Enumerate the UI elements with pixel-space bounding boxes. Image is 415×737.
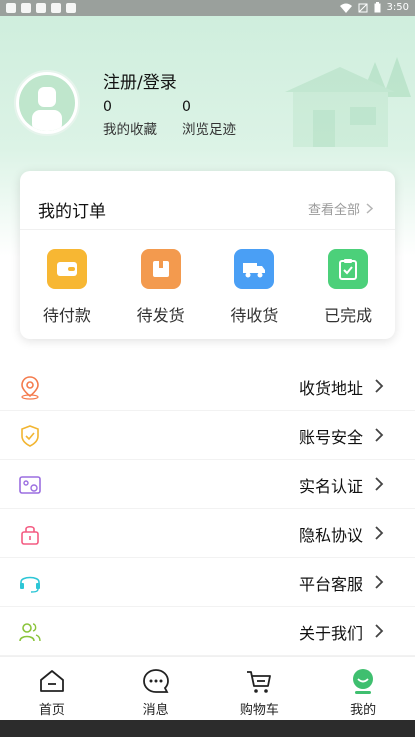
- package-icon: [140, 249, 181, 289]
- view-all-label: 查看全部: [307, 203, 360, 218]
- menu-item-privacy[interactable]: 隐私协议: [0, 509, 415, 558]
- order-status-list: 待付款 待发货 待收货 已完成: [20, 249, 395, 326]
- avatar[interactable]: [14, 70, 80, 136]
- home-icon: [39, 670, 64, 692]
- shield-icon: [21, 425, 39, 447]
- order-label: 待付款: [42, 306, 91, 325]
- lock-icon: [21, 525, 39, 545]
- chevron-right-icon: [375, 526, 384, 540]
- nav-label: 消息: [142, 703, 169, 718]
- notification-icon: [21, 3, 31, 13]
- system-navigation-bar: [0, 720, 415, 737]
- chevron-right-icon: [375, 428, 384, 442]
- chevron-right-icon: [375, 575, 384, 589]
- menu-label: 账号安全: [298, 428, 363, 447]
- menu-item-support[interactable]: 平台客服: [0, 558, 415, 607]
- nav-home[interactable]: 首页: [0, 657, 104, 720]
- profile-icon: [353, 669, 374, 694]
- message-icon: [142, 669, 169, 693]
- notification-icons: [6, 3, 76, 13]
- nav-label: 我的: [350, 703, 377, 718]
- system-status: 3:50: [339, 2, 409, 13]
- notification-icon: [51, 3, 61, 13]
- menu-item-about[interactable]: 关于我们: [0, 607, 415, 656]
- nav-messages[interactable]: 消息: [104, 657, 208, 720]
- menu-label: 实名认证: [298, 477, 363, 496]
- history-label: 浏览足迹: [182, 122, 236, 138]
- menu-label: 隐私协议: [298, 526, 363, 545]
- login-register-link[interactable]: 注册/登录: [103, 68, 177, 93]
- chevron-right-icon: [375, 379, 384, 393]
- bottom-navigation: 首页 消息 购物车 我的: [0, 656, 415, 720]
- order-completed[interactable]: 已完成: [301, 249, 395, 326]
- chevron-right-icon: [366, 203, 373, 214]
- divider: [20, 229, 395, 230]
- nav-cart[interactable]: 购物车: [208, 657, 312, 720]
- favorites-count: 0: [103, 99, 112, 115]
- menu-item-security[interactable]: 账号安全: [0, 411, 415, 460]
- wifi-icon: [339, 3, 352, 13]
- favorites-stat[interactable]: 0 我的收藏: [103, 99, 157, 138]
- signal-icon: [358, 3, 368, 12]
- headset-icon: [20, 576, 40, 593]
- orders-card: 我的订单 查看全部 待付款 待发货 待收货 已完成: [20, 171, 395, 339]
- orders-title: 我的订单: [38, 202, 106, 222]
- wallet-icon: [46, 249, 87, 289]
- history-stat[interactable]: 0 浏览足迹: [182, 99, 236, 138]
- order-pending-payment[interactable]: 待付款: [20, 249, 114, 326]
- house-illustration: [285, 57, 411, 147]
- notification-icon: [66, 3, 76, 13]
- cart-icon: [247, 671, 272, 693]
- clipboard-check-icon: [328, 249, 369, 289]
- truck-icon: [234, 249, 275, 289]
- users-icon: [19, 623, 41, 642]
- favorites-label: 我的收藏: [103, 122, 157, 138]
- chevron-right-icon: [375, 477, 384, 491]
- menu-item-verification[interactable]: 实名认证: [0, 460, 415, 509]
- chevron-right-icon: [375, 624, 384, 638]
- nav-label: 首页: [38, 703, 65, 718]
- order-label: 待收货: [230, 306, 279, 325]
- user-placeholder-icon: [19, 75, 75, 131]
- battery-icon: [374, 2, 381, 13]
- location-icon: [21, 376, 39, 400]
- id-card-icon: [19, 476, 41, 494]
- status-bar: 3:50: [0, 0, 415, 16]
- notification-icon: [36, 3, 46, 13]
- order-pending-receipt[interactable]: 待收货: [208, 249, 302, 326]
- menu-item-address[interactable]: 收货地址: [0, 362, 415, 411]
- menu-label: 关于我们: [298, 624, 363, 643]
- settings-menu: 收货地址 账号安全 实名认证 隐私协议 平台客服 关于我们: [0, 362, 415, 656]
- menu-label: 收货地址: [298, 379, 363, 398]
- order-pending-shipment[interactable]: 待发货: [114, 249, 208, 326]
- order-label: 已完成: [324, 306, 373, 325]
- notification-icon: [6, 3, 16, 13]
- view-all-orders-link[interactable]: 查看全部: [308, 199, 373, 218]
- history-count: 0: [182, 99, 191, 115]
- menu-label: 平台客服: [298, 575, 363, 594]
- nav-label: 购物车: [239, 703, 279, 718]
- order-label: 待发货: [136, 306, 185, 325]
- nav-profile[interactable]: 我的: [311, 657, 415, 720]
- clock: 3:50: [386, 2, 409, 13]
